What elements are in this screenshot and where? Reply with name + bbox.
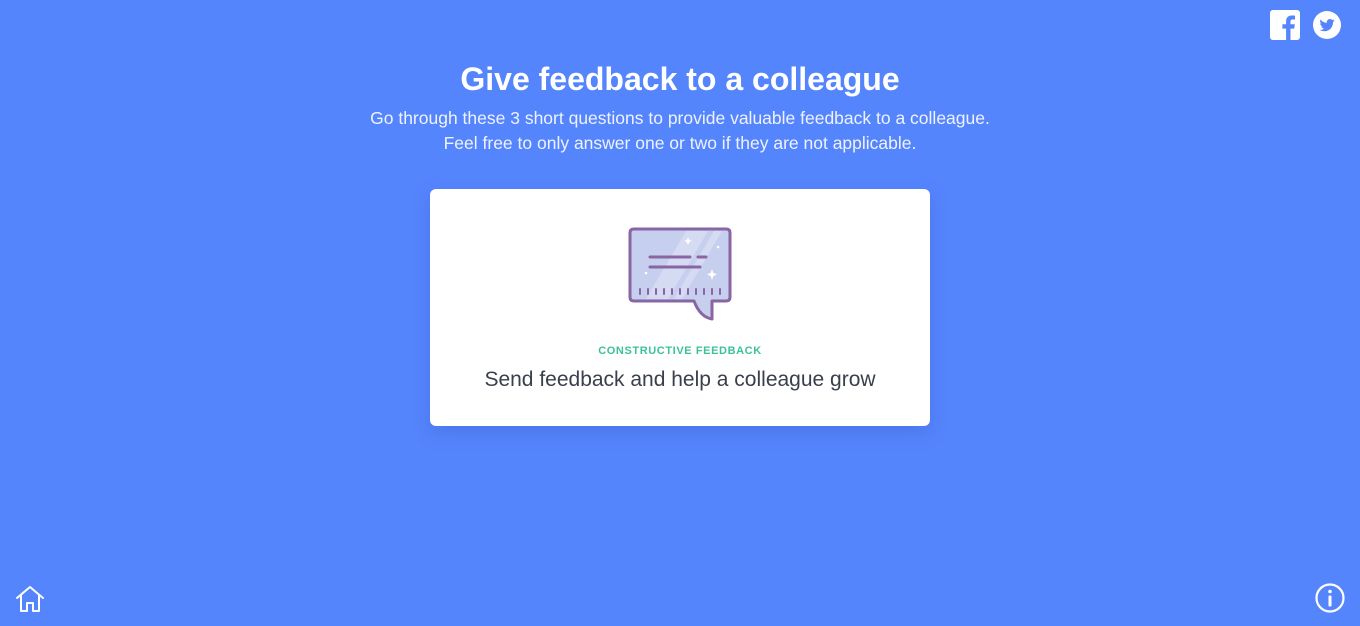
- subtitle-line-1: Go through these 3 short questions to pr…: [370, 108, 990, 128]
- constructive-feedback-card[interactable]: CONSTRUCTIVE FEEDBACK Send feedback and …: [430, 189, 930, 426]
- subtitle-line-2: Feel free to only answer one or two if t…: [443, 133, 917, 153]
- twitter-icon[interactable]: [1312, 10, 1342, 40]
- social-links: [1270, 10, 1342, 40]
- info-icon[interactable]: [1314, 582, 1346, 614]
- card-category-label: CONSTRUCTIVE FEEDBACK: [598, 345, 762, 357]
- page-subtitle: Go through these 3 short questions to pr…: [0, 106, 1360, 156]
- card-description: Send feedback and help a colleague grow: [484, 368, 876, 391]
- home-icon[interactable]: [14, 584, 46, 614]
- speech-bubble-icon: [628, 227, 732, 321]
- facebook-icon[interactable]: [1270, 10, 1300, 40]
- page-title: Give feedback to a colleague: [460, 61, 900, 97]
